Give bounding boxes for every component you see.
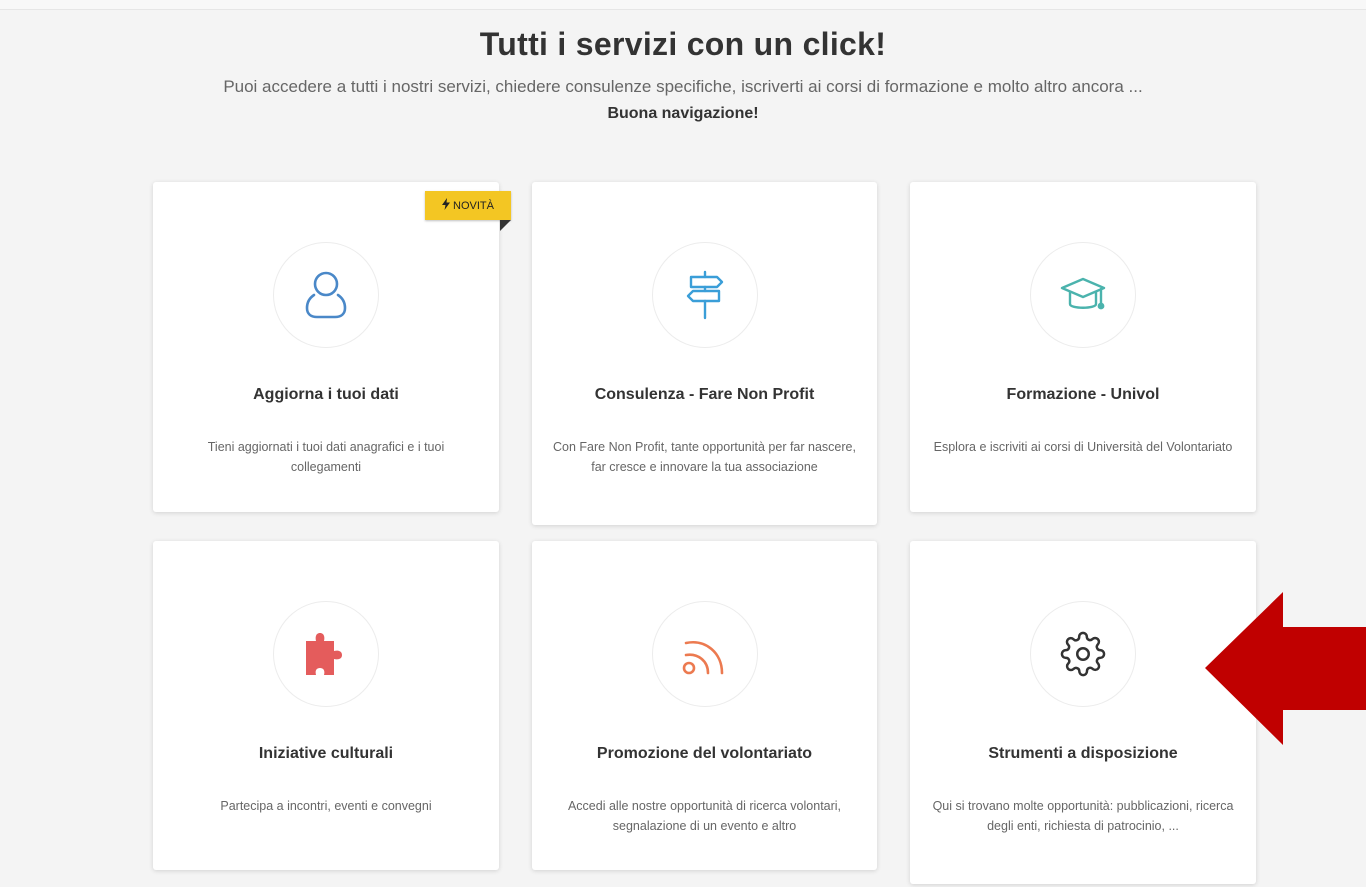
left-arrow-icon xyxy=(1205,592,1366,750)
puzzle-icon xyxy=(273,601,379,707)
novita-badge: NOVITÀ xyxy=(425,191,511,220)
page-subtitle-bold: Buona navigazione! xyxy=(607,105,759,122)
user-icon xyxy=(273,242,379,348)
card-title: Consulenza - Fare Non Profit xyxy=(594,386,815,403)
service-card-iniziative[interactable]: Iniziative culturali Partecipa a incontr… xyxy=(153,541,499,870)
page-title: Tutti i servizi con un click! xyxy=(479,26,887,62)
signpost-icon xyxy=(651,242,758,348)
card-title: Iniziative culturali xyxy=(258,745,394,762)
service-card-promozione[interactable]: Promozione del volontariato Accedi alle … xyxy=(532,541,877,870)
gear-icon xyxy=(1030,601,1136,707)
card-description: Tieni aggiornati i tuoi dati anagrafici … xyxy=(207,440,445,474)
service-card-aggiorna-dati[interactable]: Aggiorna i tuoi dati Tieni aggiornati i … xyxy=(153,182,499,512)
page-header: Tutti i servizi con un click! Puoi acced… xyxy=(0,26,1366,123)
service-card-formazione[interactable]: Formazione - Univol Esplora e iscriviti … xyxy=(910,182,1256,512)
card-description: Esplora e iscriviti ai corsi di Universi… xyxy=(933,440,1233,454)
service-card-consulenza[interactable]: Consulenza - Fare Non Profit Con Fare No… xyxy=(532,182,877,525)
card-title: Promozione del volontariato xyxy=(596,745,813,762)
graduation-cap-icon xyxy=(1030,242,1136,348)
card-description: Accedi alle nostre opportunità di ricerc… xyxy=(567,799,842,833)
page-subtitle: Puoi accedere a tutti i nostri servizi, … xyxy=(223,77,1143,96)
card-description: Con Fare Non Profit, tante opportunità p… xyxy=(553,440,856,474)
card-description: Qui si trovano molte opportunità: pubbli… xyxy=(932,799,1234,833)
rss-icon xyxy=(651,601,758,707)
badge-label: NOVITÀ xyxy=(453,199,494,212)
top-bar xyxy=(0,0,1366,10)
badge-fold xyxy=(500,220,511,231)
card-title: Formazione - Univol xyxy=(1006,386,1160,403)
card-description: Partecipa a incontri, eventi e convegni xyxy=(220,799,432,813)
lightning-icon xyxy=(442,198,451,213)
card-title: Aggiorna i tuoi dati xyxy=(253,386,399,403)
